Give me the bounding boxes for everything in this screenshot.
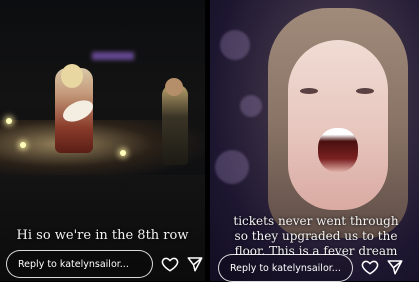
story-caption: tickets never went through so they upgra… bbox=[218, 214, 414, 259]
caption-line: tickets never went through bbox=[233, 214, 399, 228]
performer-guitarist bbox=[162, 85, 188, 165]
stage-light bbox=[92, 52, 134, 60]
person-face bbox=[288, 40, 388, 210]
reply-placeholder: Reply to katelynsailor... bbox=[18, 258, 129, 270]
reply-input[interactable]: Reply to katelynsailor... bbox=[218, 254, 353, 282]
person-eye bbox=[300, 88, 318, 94]
heart-icon[interactable] bbox=[161, 255, 179, 273]
bokeh-light bbox=[215, 150, 249, 184]
story-caption: Hi so we're in the 8th row bbox=[16, 228, 189, 243]
guitarist-head bbox=[165, 78, 183, 96]
bokeh-light bbox=[220, 30, 250, 60]
reply-placeholder: Reply to katelynsailor... bbox=[230, 262, 341, 274]
reply-input[interactable]: Reply to katelynsailor... bbox=[6, 250, 153, 278]
stage-spotlight bbox=[6, 118, 12, 124]
stage-spotlight bbox=[20, 142, 26, 148]
bokeh-light bbox=[240, 95, 262, 117]
performer-head bbox=[61, 64, 83, 88]
caption-line: so they upgraded us to the bbox=[234, 229, 398, 243]
person-mouth bbox=[318, 128, 358, 172]
send-icon[interactable] bbox=[386, 258, 404, 276]
heart-icon[interactable] bbox=[361, 258, 379, 276]
stage-spotlight bbox=[120, 150, 126, 156]
person-eye bbox=[356, 88, 374, 94]
send-icon[interactable] bbox=[186, 255, 204, 273]
